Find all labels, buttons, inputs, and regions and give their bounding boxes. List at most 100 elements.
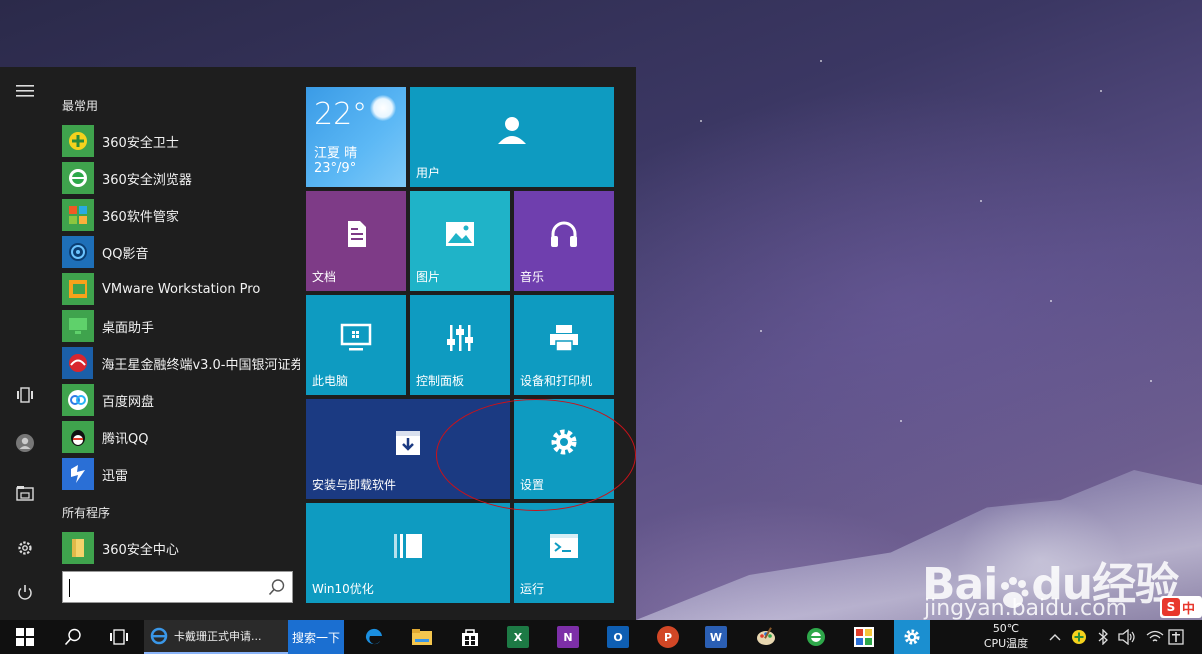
settings-gear-icon[interactable] xyxy=(13,536,37,560)
outlook-button[interactable]: O xyxy=(600,620,636,654)
power-icon[interactable] xyxy=(13,581,37,605)
internet-explorer-icon xyxy=(150,627,168,645)
taskbar-search-button[interactable] xyxy=(56,620,90,654)
thunder-icon xyxy=(62,458,94,490)
user-tile[interactable]: 用户 xyxy=(410,87,614,187)
desktop-assistant-icon xyxy=(62,310,94,342)
bluetooth-icon[interactable] xyxy=(1092,620,1114,654)
pictures-tile[interactable]: 图片 xyxy=(410,191,510,291)
tray-expand-chevron-up-icon[interactable] xyxy=(1046,620,1064,654)
wallpaper-star xyxy=(900,420,902,422)
user-account-icon[interactable] xyxy=(13,431,37,455)
paint-button[interactable] xyxy=(748,620,784,654)
search-once-button[interactable]: 搜索一下 xyxy=(288,620,344,654)
baidu-url: jingyan.baidu.com xyxy=(924,596,1128,621)
list-item[interactable]: 360安全中心 xyxy=(62,531,300,565)
ie-window-button[interactable]: 卡戴珊正式申请... xyxy=(144,620,288,654)
360-browser-button[interactable] xyxy=(798,620,834,654)
task-view-icon[interactable] xyxy=(13,383,37,407)
list-item[interactable]: QQ影音 xyxy=(62,235,300,269)
user-icon xyxy=(496,114,528,150)
360-browser-icon xyxy=(62,162,94,194)
text-caret xyxy=(69,579,70,597)
gear-icon xyxy=(904,629,920,645)
list-item[interactable]: 海王星金融终端v3.0-中国银河证券 xyxy=(62,346,300,380)
music-tile[interactable]: 音乐 xyxy=(514,191,614,291)
computer-monitor-icon xyxy=(340,323,372,357)
weather-tile[interactable]: 22° 江夏 晴 23°/9° xyxy=(306,87,406,187)
baidu-netdisk-icon xyxy=(62,384,94,416)
search-icon xyxy=(64,628,81,646)
list-item-label: 腾讯QQ xyxy=(102,431,149,447)
file-explorer-icon[interactable] xyxy=(13,481,37,505)
sogou-ime-indicator[interactable]: S 中 xyxy=(1160,596,1202,618)
excel-button[interactable]: X xyxy=(500,620,536,654)
file-explorer-button[interactable] xyxy=(404,620,440,654)
store-bag-icon xyxy=(462,629,478,646)
tile-label: 安装与卸载软件 xyxy=(312,478,397,492)
cpu-temperature-widget[interactable]: 50℃ CPU温度 xyxy=(978,621,1034,651)
list-item[interactable]: 360安全卫士 xyxy=(62,124,300,158)
list-item[interactable]: VMware Workstation Pro xyxy=(62,272,300,306)
download-box-icon xyxy=(393,427,423,461)
tile-label: 运行 xyxy=(520,582,545,596)
tencent-qq-icon xyxy=(62,421,94,453)
run-terminal-icon xyxy=(549,533,579,563)
word-button[interactable]: W xyxy=(698,620,734,654)
tile-label: 设备和打印机 xyxy=(520,374,593,388)
store-button[interactable] xyxy=(452,620,488,654)
360-safe-icon xyxy=(62,125,94,157)
volume-icon[interactable] xyxy=(1116,620,1138,654)
360-safe-tray-icon[interactable] xyxy=(1068,620,1090,654)
input-method-icon[interactable] xyxy=(1168,620,1202,654)
annotation-ellipse-settings xyxy=(436,399,636,511)
tile-label: Win10优化 xyxy=(312,582,374,596)
list-item-label: 迅雷 xyxy=(102,468,129,484)
wallpaper-star xyxy=(700,120,702,122)
colorful-chart-icon xyxy=(854,627,874,647)
list-item-label: 桌面助手 xyxy=(102,320,155,336)
list-item-label: QQ影音 xyxy=(102,246,149,262)
powerpoint-button[interactable]: P xyxy=(650,620,686,654)
settings-app-button[interactable] xyxy=(894,620,930,654)
sun-icon xyxy=(370,95,396,121)
list-item-label: 360安全浏览器 xyxy=(102,172,192,188)
tile-label: 用户 xyxy=(416,166,441,180)
start-menu: 最常用 360安全卫士 360安全浏览器 360软件管家 QQ影音 VMware… xyxy=(0,67,636,620)
start-search-input[interactable] xyxy=(62,571,293,603)
task-view-button[interactable] xyxy=(102,620,136,654)
control-panel-tile[interactable]: 控制面板 xyxy=(410,295,510,395)
list-item[interactable]: 桌面助手 xyxy=(62,309,300,343)
tile-label: 音乐 xyxy=(520,270,545,284)
most-used-heading: 最常用 xyxy=(62,99,99,113)
wifi-icon[interactable] xyxy=(1144,620,1166,654)
app-list: 最常用 360安全卫士 360安全浏览器 360软件管家 QQ影音 VMware… xyxy=(50,67,300,620)
list-item-label: 360软件管家 xyxy=(102,209,179,225)
cpu-temperature-label: CPU温度 xyxy=(983,637,1029,650)
devices-printers-tile[interactable]: 设备和打印机 xyxy=(514,295,614,395)
tile-label: 文档 xyxy=(312,270,337,284)
edge-button[interactable] xyxy=(356,620,392,654)
wallpaper-star xyxy=(1100,90,1102,92)
list-item[interactable]: 迅雷 xyxy=(62,457,300,491)
excel-icon: X xyxy=(507,626,529,648)
paint-palette-icon xyxy=(757,627,775,645)
chart-app-button[interactable] xyxy=(846,620,882,654)
document-icon xyxy=(342,219,370,253)
edge-icon xyxy=(365,628,382,645)
win10-optimize-tile[interactable]: Win10优化 xyxy=(306,503,510,603)
hamburger-menu-icon[interactable] xyxy=(13,79,37,103)
list-item[interactable]: 百度网盘 xyxy=(62,383,300,417)
onenote-button[interactable]: N xyxy=(550,620,586,654)
list-item[interactable]: 腾讯QQ xyxy=(62,420,300,454)
documents-tile[interactable]: 文档 xyxy=(306,191,406,291)
this-pc-tile[interactable]: 此电脑 xyxy=(306,295,406,395)
qq-player-icon xyxy=(62,236,94,268)
list-item[interactable]: 360软件管家 xyxy=(62,198,300,232)
start-button[interactable] xyxy=(8,620,42,654)
sogou-icon: S xyxy=(1162,598,1180,616)
run-tile[interactable]: 运行 xyxy=(514,503,614,603)
search-icon[interactable] xyxy=(268,578,286,596)
list-item[interactable]: 360安全浏览器 xyxy=(62,161,300,195)
start-left-rail xyxy=(0,67,50,620)
